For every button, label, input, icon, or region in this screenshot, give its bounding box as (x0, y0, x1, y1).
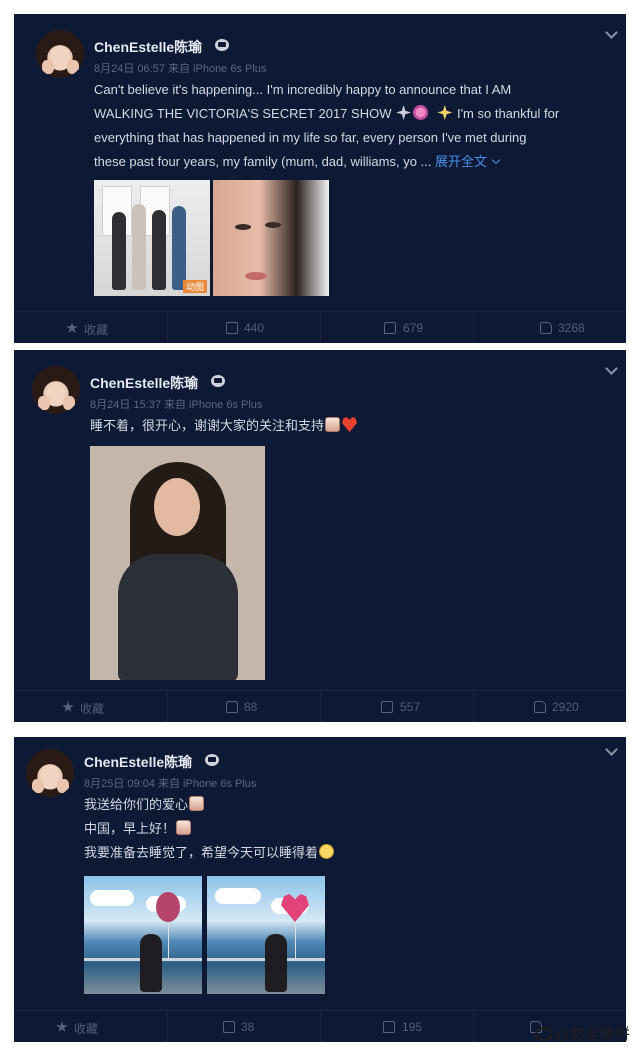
favorite-button[interactable]: 收藏 (14, 312, 167, 343)
star-icon (66, 322, 78, 333)
post-photo[interactable]: 动图 (94, 180, 210, 296)
repost-button[interactable]: 440 (167, 312, 320, 343)
post-photo[interactable] (90, 446, 265, 680)
repost-icon (226, 701, 238, 713)
verified-crown-icon (205, 754, 219, 766)
repost-button[interactable]: 38 (167, 1011, 320, 1042)
more-chevron-icon[interactable] (605, 362, 618, 375)
star-sparkle-icon (437, 105, 453, 120)
sticker-icon (325, 417, 341, 432)
favorite-button[interactable]: 收藏 (14, 1011, 167, 1042)
verified-crown-icon (215, 39, 229, 51)
star-icon (56, 1021, 68, 1032)
sleepy-face-icon (319, 844, 335, 859)
post-meta: 8月24日 06:57 来自 iPhone 6s Plus (94, 63, 267, 75)
post-photo[interactable] (84, 876, 202, 994)
like-button[interactable]: 3268 (473, 312, 626, 343)
action-bar: 收藏 440 679 3268 (14, 311, 626, 343)
post-meta: 8月24日 15:37 来自 iPhone 6s Plus (90, 399, 263, 411)
expand-link[interactable]: 展开全文 (435, 154, 501, 169)
post-text: 我送给你们的爱心 中国，早上好！ 我要准备去睡觉了，希望今天可以睡得着 (84, 793, 604, 865)
verified-crown-icon (211, 375, 225, 387)
more-chevron-icon[interactable] (605, 743, 618, 756)
post-card: ChenEstelle陈瑜 8月24日 06:57 来自 iPhone 6s P… (14, 14, 626, 343)
comment-icon (383, 1021, 395, 1033)
weibo-logo-icon (534, 1027, 553, 1041)
avatar[interactable] (36, 30, 84, 78)
post-photo[interactable] (213, 180, 329, 296)
avatar[interactable] (26, 749, 74, 797)
username[interactable]: ChenEstelle陈瑜 (84, 752, 192, 772)
post-text: Can't believe it's happening... I'm incr… (94, 82, 560, 169)
post-meta: 8月25日 09:04 来自 iPhone 6s Plus (84, 778, 257, 790)
gif-tag: 动图 (182, 280, 207, 293)
comment-icon (381, 701, 393, 713)
avatar[interactable] (32, 366, 80, 414)
watermark: @憨混嘶拼 (534, 1023, 630, 1044)
star-icon (62, 701, 74, 712)
comment-button[interactable]: 195 (320, 1011, 473, 1042)
more-chevron-icon[interactable] (605, 26, 618, 39)
comment-button[interactable]: 557 (320, 691, 473, 722)
like-icon (540, 322, 552, 334)
username[interactable]: ChenEstelle陈瑜 (94, 37, 202, 57)
like-icon (534, 701, 546, 713)
repost-icon (226, 322, 238, 334)
comment-button[interactable]: 679 (320, 312, 473, 343)
sticker-icon (176, 820, 192, 835)
sparkle-icon (396, 105, 412, 120)
post-text: 睡不着，很开心，谢谢大家的关注和支持 (90, 414, 610, 438)
repost-button[interactable]: 88 (167, 691, 320, 722)
repost-icon (223, 1021, 235, 1033)
like-button[interactable]: 2920 (473, 691, 626, 722)
username[interactable]: ChenEstelle陈瑜 (90, 373, 198, 393)
post-card: ChenEstelle陈瑜 8月25日 09:04 来自 iPhone 6s P… (14, 737, 626, 1042)
action-bar: 收藏 88 557 2920 (14, 690, 626, 722)
comment-icon (384, 322, 396, 334)
post-photo[interactable] (207, 876, 325, 994)
pink-heart-icon (413, 105, 429, 120)
favorite-button[interactable]: 收藏 (14, 691, 167, 722)
post-card: ChenEstelle陈瑜 8月24日 15:37 来自 iPhone 6s P… (14, 350, 626, 722)
red-heart-icon (342, 417, 358, 432)
sticker-icon (189, 796, 205, 811)
